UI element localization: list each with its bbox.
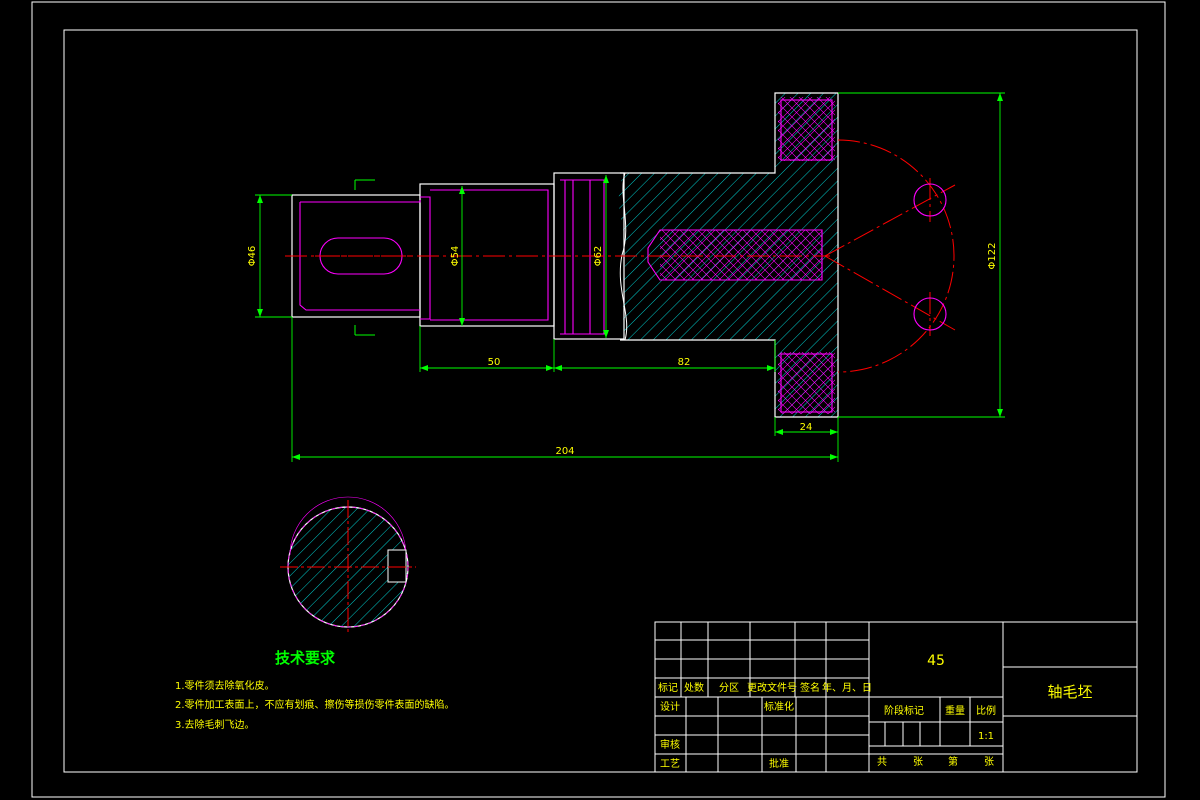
- title-block-design: 设计: [660, 700, 680, 713]
- title-block-sheets-2: 张: [984, 756, 994, 768]
- title-block-review: 审核: [660, 738, 680, 751]
- title-block-process: 工艺: [660, 758, 680, 770]
- drawing-canvas: Φ46 Φ54 Φ62 Φ122 50 82 24 204 技术要求 1.零件须…: [31, 1, 1166, 798]
- bolt-circle-arc: [837, 139, 955, 373]
- title-block-total: 共: [877, 756, 887, 768]
- hole-line-upper: [824, 184, 956, 257]
- bore-crosshatch: [660, 230, 822, 280]
- tech-requirements: 技术要求 1.零件须去除氧化皮。 2.零件加工表面上，不应有划痕、擦伤等损伤零件…: [175, 649, 455, 731]
- step2-inner-contour: [420, 189, 549, 321]
- section-marker-top: [354, 179, 375, 190]
- dim-dia46: Φ46: [247, 246, 258, 267]
- dim-len50: 50: [488, 357, 501, 368]
- title-block-sheets-1: 张: [913, 756, 923, 768]
- title-block-change-doc: 更改文件号: [747, 681, 797, 694]
- title-block-count: 处数: [684, 681, 704, 694]
- tech-requirement-3: 3.去除毛刺飞边。: [175, 718, 255, 731]
- tech-requirement-1: 1.零件须去除氧化皮。: [175, 679, 275, 692]
- title-block-stage-mark: 阶段标记: [884, 704, 924, 717]
- dim-len204: 204: [555, 446, 574, 457]
- flange-bot-crosshatch: [778, 352, 835, 414]
- title-block-sheet-no: 第: [948, 755, 958, 768]
- tech-requirement-2: 2.零件加工表面上，不应有划痕、擦伤等损伤零件表面的缺陷。: [175, 698, 455, 711]
- title-block-date: 年、月、日: [822, 681, 872, 694]
- title-block-part-name: 轴毛坯: [1047, 683, 1092, 701]
- title-block-zone: 分区: [719, 682, 739, 694]
- dim-dia62: Φ62: [593, 246, 604, 267]
- shaft-step-2-outline: [419, 183, 555, 327]
- title-block-approve: 批准: [769, 757, 789, 770]
- cad-drawing-sheet: Φ46 Φ54 Φ62 Φ122 50 82 24 204 技术要求 1.零件须…: [0, 0, 1200, 800]
- title-block-mark: 标记: [658, 682, 678, 694]
- title-block-material: 45: [927, 653, 945, 669]
- section-marker-bottom: [354, 325, 375, 336]
- title-block-signature: 签名: [800, 681, 820, 694]
- tech-requirements-title: 技术要求: [275, 649, 336, 667]
- flange-top-crosshatch: [778, 97, 835, 161]
- title-block-standardize: 标准化: [764, 700, 794, 713]
- sheet-inner-frame: [63, 29, 1138, 773]
- cross-section-keyway: [387, 549, 407, 583]
- dim-len24: 24: [800, 422, 813, 433]
- sheet-outer-frame: [31, 1, 1166, 798]
- title-block-weight: 重量: [945, 704, 965, 717]
- dim-dia54: Φ54: [450, 246, 461, 267]
- dim-len82: 82: [678, 357, 691, 368]
- cross-section-view: [280, 496, 416, 634]
- dim-dia122: Φ122: [987, 243, 998, 270]
- title-block-scale-value: 1:1: [978, 731, 994, 742]
- title-block-ratio: 比例: [976, 704, 996, 717]
